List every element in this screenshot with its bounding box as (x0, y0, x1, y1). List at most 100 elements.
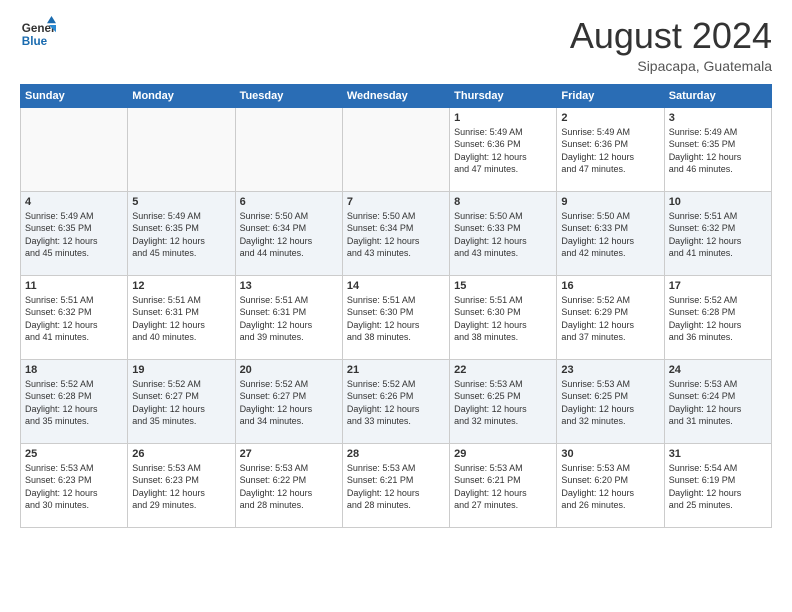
day-info: Sunrise: 5:49 AM Sunset: 6:36 PM Dayligh… (454, 126, 552, 176)
day-number: 2 (561, 112, 659, 124)
calendar-cell: 6Sunrise: 5:50 AM Sunset: 6:34 PM Daylig… (235, 191, 342, 275)
day-number: 13 (240, 280, 338, 292)
svg-text:Blue: Blue (22, 35, 48, 48)
calendar-cell: 30Sunrise: 5:53 AM Sunset: 6:20 PM Dayli… (557, 443, 664, 527)
day-number: 5 (132, 196, 230, 208)
calendar-cell: 3Sunrise: 5:49 AM Sunset: 6:35 PM Daylig… (664, 107, 771, 191)
day-info: Sunrise: 5:53 AM Sunset: 6:21 PM Dayligh… (347, 462, 445, 512)
calendar-cell: 20Sunrise: 5:52 AM Sunset: 6:27 PM Dayli… (235, 359, 342, 443)
day-info: Sunrise: 5:54 AM Sunset: 6:19 PM Dayligh… (669, 462, 767, 512)
day-number: 4 (25, 196, 123, 208)
day-number: 14 (347, 280, 445, 292)
day-number: 12 (132, 280, 230, 292)
week-row-1: 1 Sunrise: 5:49 AM Sunset: 6:36 PM Daylig… (21, 107, 772, 191)
day-number: 26 (132, 448, 230, 460)
day-number: 31 (669, 448, 767, 460)
calendar-cell: 10Sunrise: 5:51 AM Sunset: 6:32 PM Dayli… (664, 191, 771, 275)
day-number: 29 (454, 448, 552, 460)
day-number: 24 (669, 364, 767, 376)
calendar-cell: 15 Sunrise: 5:51 AM Sunset: 6:30 PM Dayli… (450, 275, 557, 359)
calendar-cell: 18 Sunrise: 5:52 AM Sunset: 6:28 PM Dayli… (21, 359, 128, 443)
day-number: 23 (561, 364, 659, 376)
day-info: Sunrise: 5:52 AM Sunset: 6:29 PM Dayligh… (561, 294, 659, 344)
day-number: 3 (669, 112, 767, 124)
day-info: Sunrise: 5:53 AM Sunset: 6:21 PM Dayligh… (454, 462, 552, 512)
calendar-cell: 12 Sunrise: 5:51 AM Sunset: 6:31 PM Dayli… (128, 275, 235, 359)
calendar-cell: 22 Sunrise: 5:53 AM Sunset: 6:25 PM Dayli… (450, 359, 557, 443)
calendar-cell: 2 Sunrise: 5:49 AM Sunset: 6:36 PM Daylig… (557, 107, 664, 191)
weekday-header-sunday: Sunday (21, 84, 128, 107)
day-info: Sunrise: 5:50 AM Sunset: 6:33 PM Dayligh… (454, 210, 552, 260)
calendar-cell: 4Sunrise: 5:49 AM Sunset: 6:35 PM Daylig… (21, 191, 128, 275)
weekday-header-friday: Friday (557, 84, 664, 107)
day-number: 20 (240, 364, 338, 376)
week-row-3: 11 Sunrise: 5:51 AM Sunset: 6:32 PM Dayli… (21, 275, 772, 359)
day-number: 21 (347, 364, 445, 376)
weekday-header-saturday: Saturday (664, 84, 771, 107)
day-info: Sunrise: 5:51 AM Sunset: 6:30 PM Dayligh… (347, 294, 445, 344)
day-info: Sunrise: 5:52 AM Sunset: 6:26 PM Dayligh… (347, 378, 445, 428)
logo: General Blue (20, 16, 56, 52)
day-info: Sunrise: 5:52 AM Sunset: 6:28 PM Dayligh… (25, 378, 123, 428)
calendar: SundayMondayTuesdayWednesdayThursdayFrid… (20, 84, 772, 528)
calendar-cell (235, 107, 342, 191)
day-number: 25 (25, 448, 123, 460)
day-info: Sunrise: 5:50 AM Sunset: 6:33 PM Dayligh… (561, 210, 659, 260)
day-number: 11 (25, 280, 123, 292)
calendar-cell: 5Sunrise: 5:49 AM Sunset: 6:35 PM Daylig… (128, 191, 235, 275)
day-info: Sunrise: 5:51 AM Sunset: 6:32 PM Dayligh… (25, 294, 123, 344)
day-number: 7 (347, 196, 445, 208)
day-number: 30 (561, 448, 659, 460)
title-block: August 2024 Sipacapa, Guatemala (570, 16, 772, 74)
day-info: Sunrise: 5:53 AM Sunset: 6:24 PM Dayligh… (669, 378, 767, 428)
weekday-header-monday: Monday (128, 84, 235, 107)
day-info: Sunrise: 5:51 AM Sunset: 6:30 PM Dayligh… (454, 294, 552, 344)
calendar-cell: 17Sunrise: 5:52 AM Sunset: 6:28 PM Dayli… (664, 275, 771, 359)
calendar-cell: 25 Sunrise: 5:53 AM Sunset: 6:23 PM Dayli… (21, 443, 128, 527)
header: General Blue August 2024 Sipacapa, Guate… (20, 16, 772, 74)
calendar-cell (342, 107, 449, 191)
day-number: 18 (25, 364, 123, 376)
calendar-cell (128, 107, 235, 191)
weekday-header-wednesday: Wednesday (342, 84, 449, 107)
calendar-cell: 16 Sunrise: 5:52 AM Sunset: 6:29 PM Dayli… (557, 275, 664, 359)
logo-icon: General Blue (20, 16, 56, 52)
day-info: Sunrise: 5:50 AM Sunset: 6:34 PM Dayligh… (240, 210, 338, 260)
day-info: Sunrise: 5:53 AM Sunset: 6:22 PM Dayligh… (240, 462, 338, 512)
calendar-cell: 21 Sunrise: 5:52 AM Sunset: 6:26 PM Dayli… (342, 359, 449, 443)
calendar-cell: 9 Sunrise: 5:50 AM Sunset: 6:33 PM Daylig… (557, 191, 664, 275)
day-info: Sunrise: 5:51 AM Sunset: 6:32 PM Dayligh… (669, 210, 767, 260)
day-number: 27 (240, 448, 338, 460)
day-number: 1 (454, 112, 552, 124)
week-row-5: 25 Sunrise: 5:53 AM Sunset: 6:23 PM Dayli… (21, 443, 772, 527)
day-info: Sunrise: 5:53 AM Sunset: 6:25 PM Dayligh… (454, 378, 552, 428)
weekday-header-tuesday: Tuesday (235, 84, 342, 107)
week-row-2: 4Sunrise: 5:49 AM Sunset: 6:35 PM Daylig… (21, 191, 772, 275)
day-number: 22 (454, 364, 552, 376)
day-number: 15 (454, 280, 552, 292)
calendar-cell: 8 Sunrise: 5:50 AM Sunset: 6:33 PM Daylig… (450, 191, 557, 275)
calendar-cell: 7 Sunrise: 5:50 AM Sunset: 6:34 PM Daylig… (342, 191, 449, 275)
day-info: Sunrise: 5:51 AM Sunset: 6:31 PM Dayligh… (240, 294, 338, 344)
day-info: Sunrise: 5:52 AM Sunset: 6:27 PM Dayligh… (132, 378, 230, 428)
calendar-cell: 29 Sunrise: 5:53 AM Sunset: 6:21 PM Dayli… (450, 443, 557, 527)
day-info: Sunrise: 5:51 AM Sunset: 6:31 PM Dayligh… (132, 294, 230, 344)
calendar-cell: 13 Sunrise: 5:51 AM Sunset: 6:31 PM Dayli… (235, 275, 342, 359)
day-info: Sunrise: 5:49 AM Sunset: 6:36 PM Dayligh… (561, 126, 659, 176)
calendar-cell: 24 Sunrise: 5:53 AM Sunset: 6:24 PM Dayli… (664, 359, 771, 443)
calendar-cell: 1 Sunrise: 5:49 AM Sunset: 6:36 PM Daylig… (450, 107, 557, 191)
day-number: 19 (132, 364, 230, 376)
calendar-cell: 23Sunrise: 5:53 AM Sunset: 6:25 PM Dayli… (557, 359, 664, 443)
svg-text:General: General (22, 22, 56, 35)
day-number: 17 (669, 280, 767, 292)
calendar-cell (21, 107, 128, 191)
day-info: Sunrise: 5:53 AM Sunset: 6:23 PM Dayligh… (25, 462, 123, 512)
calendar-cell: 11 Sunrise: 5:51 AM Sunset: 6:32 PM Dayli… (21, 275, 128, 359)
day-info: Sunrise: 5:50 AM Sunset: 6:34 PM Dayligh… (347, 210, 445, 260)
day-number: 9 (561, 196, 659, 208)
day-number: 16 (561, 280, 659, 292)
calendar-cell: 14 Sunrise: 5:51 AM Sunset: 6:30 PM Dayli… (342, 275, 449, 359)
weekday-header-row: SundayMondayTuesdayWednesdayThursdayFrid… (21, 84, 772, 107)
day-number: 28 (347, 448, 445, 460)
day-number: 8 (454, 196, 552, 208)
